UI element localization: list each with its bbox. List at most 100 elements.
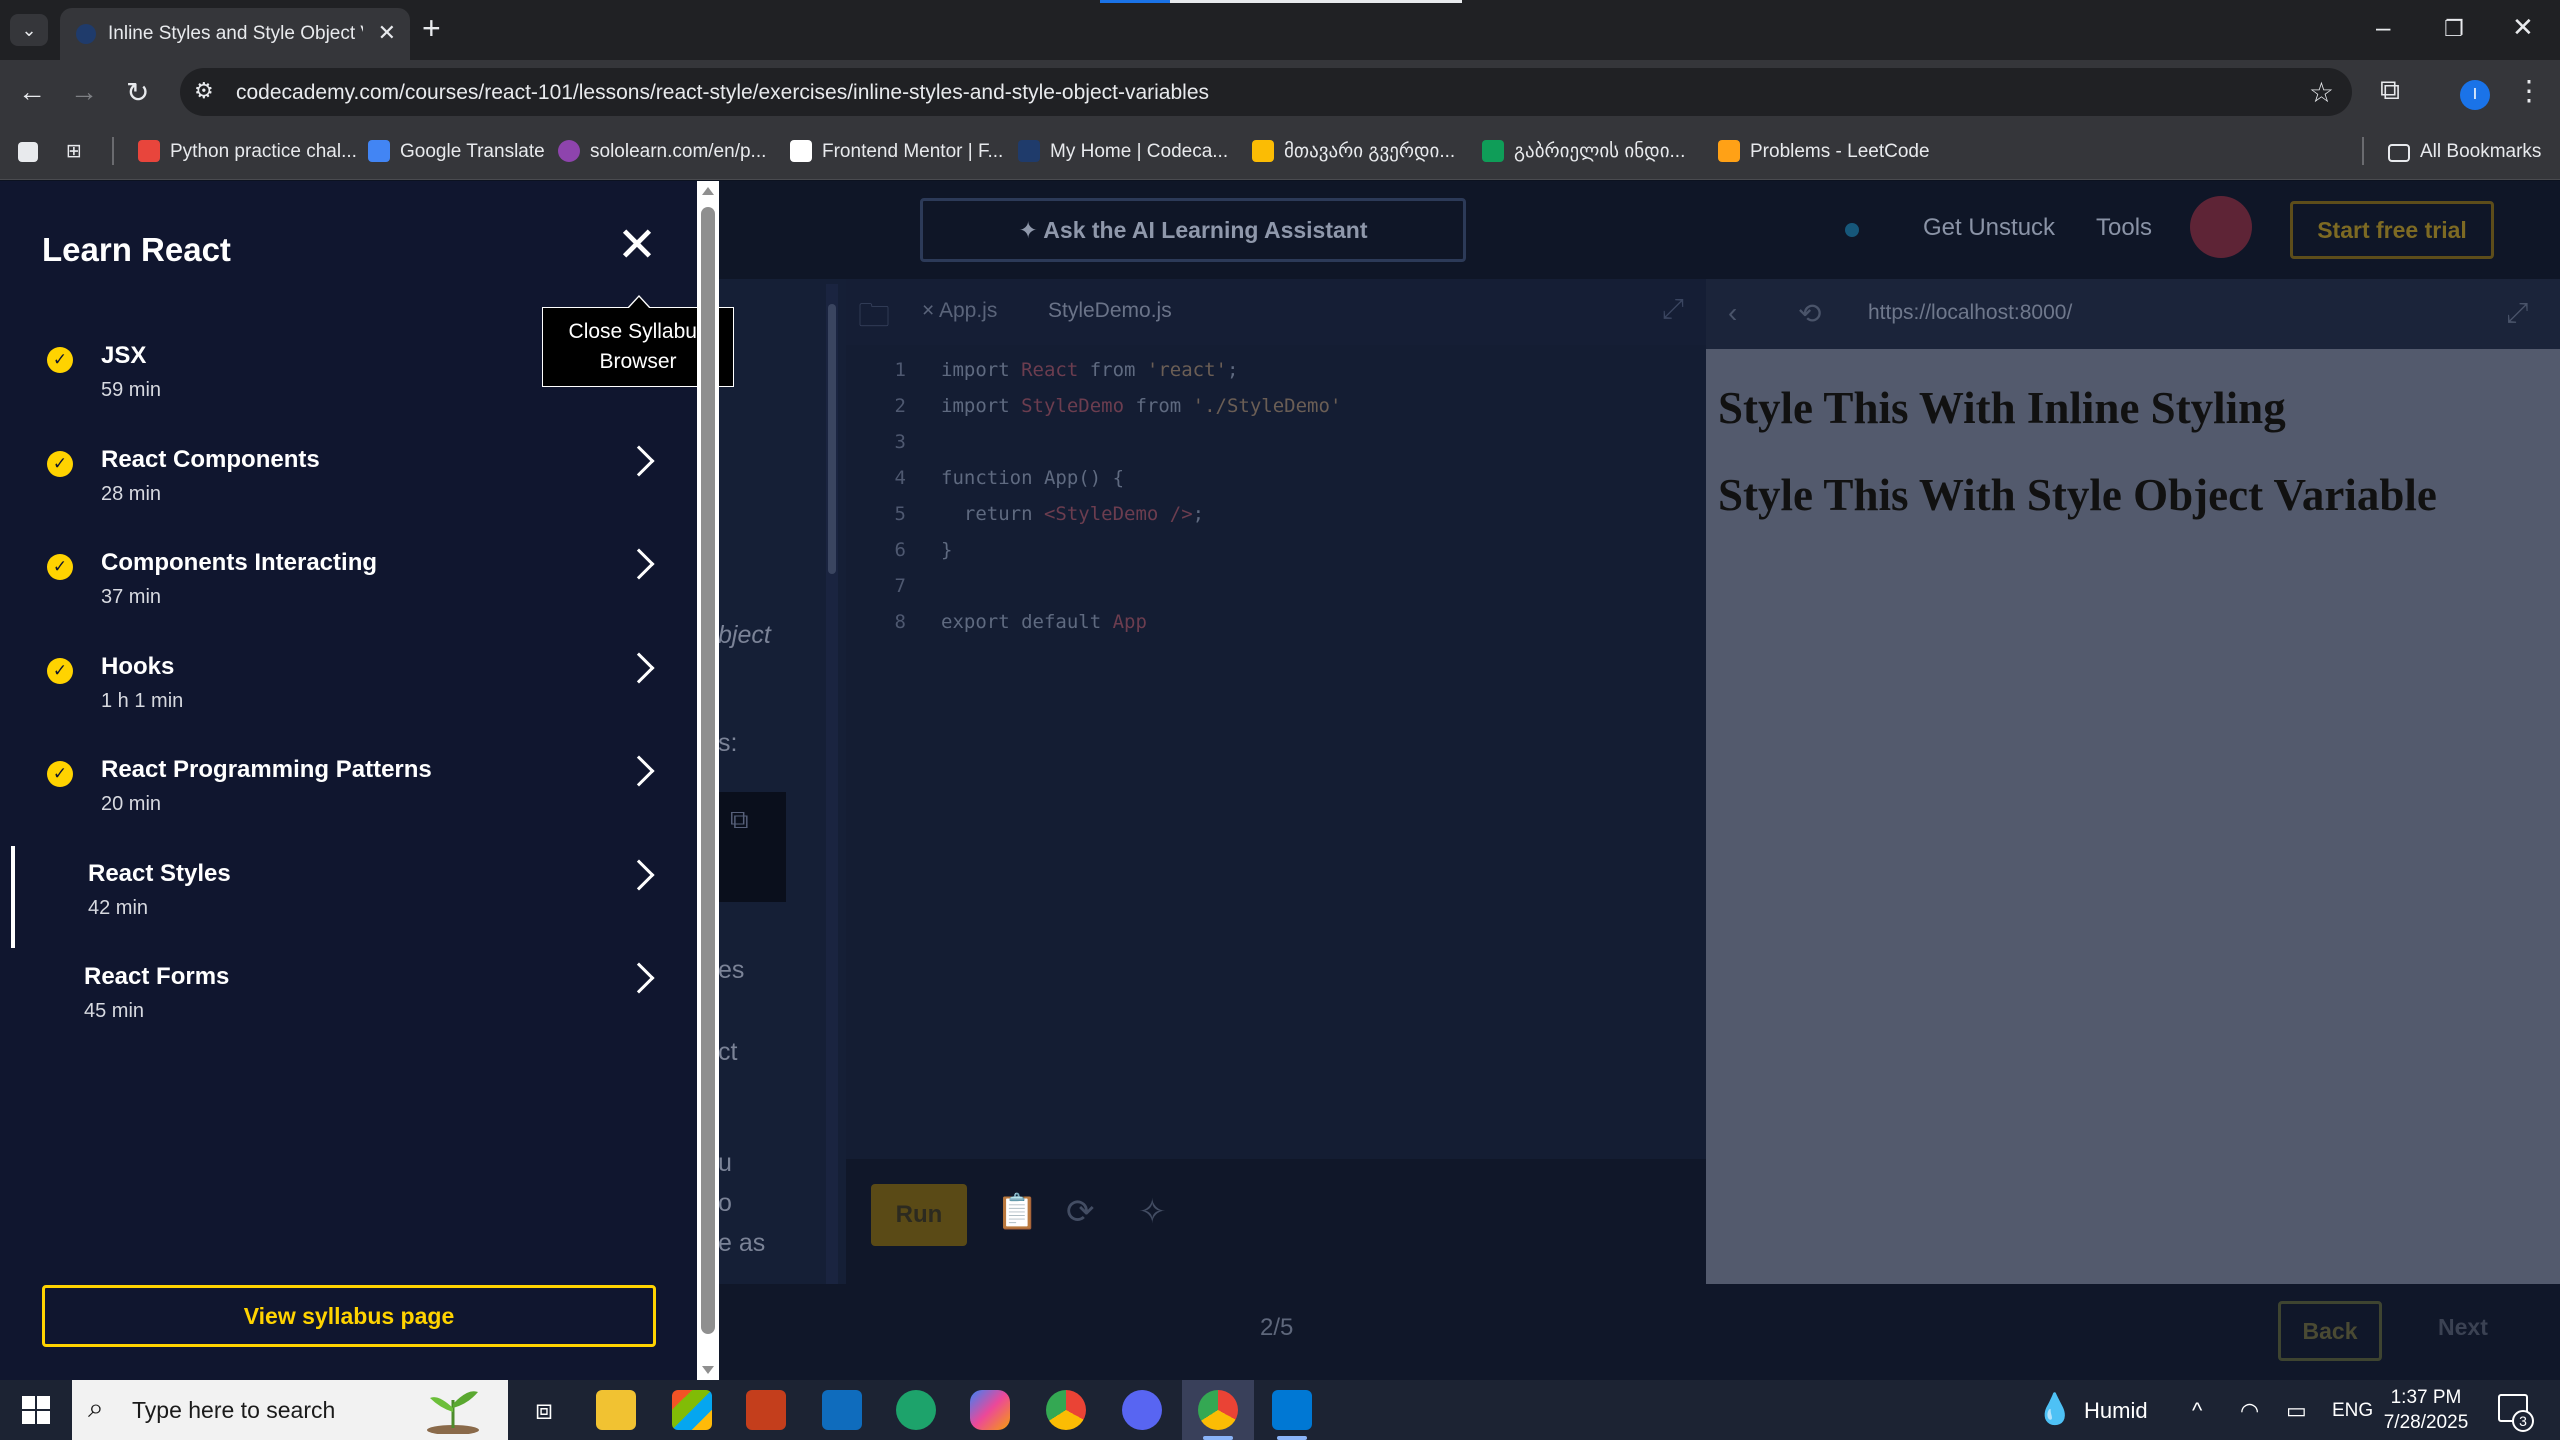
- reset-icon[interactable]: ⟳: [1066, 1192, 1095, 1232]
- close-syllabus-icon[interactable]: ✕: [612, 221, 662, 271]
- profile-avatar[interactable]: I: [2460, 80, 2490, 110]
- clipboard-icon[interactable]: 📋: [996, 1192, 1038, 1232]
- tab-close-icon[interactable]: ✕: [378, 20, 396, 46]
- edge-icon[interactable]: [896, 1390, 936, 1430]
- chevron-right-icon[interactable]: [623, 548, 655, 580]
- module-react-styles[interactable]: React Styles 42 min: [0, 846, 690, 948]
- code-line[interactable]: function App() {: [941, 467, 1124, 489]
- bookmark-star-icon[interactable]: ☆: [2309, 76, 2334, 109]
- code-line[interactable]: return <StyleDemo />;: [941, 503, 1204, 525]
- module-react-forms[interactable]: React Forms 45 min: [0, 955, 690, 1045]
- next-button[interactable]: Next: [2438, 1314, 2488, 1341]
- chrome-icon[interactable]: [1046, 1390, 1086, 1430]
- preview-back-icon[interactable]: ‹: [1728, 297, 1737, 329]
- chevron-right-icon[interactable]: [623, 445, 655, 477]
- browser-tab[interactable]: Inline Styles and Style Object Va ✕: [60, 8, 410, 60]
- lesson-scrollbar[interactable]: [826, 284, 838, 1284]
- bookmark-sheets[interactable]: გაბრიელის ინდი...: [1482, 137, 1685, 167]
- module-react-programming-patterns[interactable]: ✓ React Programming Patterns 20 min: [0, 748, 690, 838]
- bookmark-frontend-mentor[interactable]: Frontend Mentor | F...: [790, 137, 1003, 167]
- powerpoint-icon[interactable]: [746, 1390, 786, 1430]
- module-react-components[interactable]: ✓ React Components 28 min: [0, 438, 690, 528]
- preview-url[interactable]: https://localhost:8000/: [1868, 301, 2072, 325]
- tools-link[interactable]: Tools: [2096, 214, 2152, 242]
- module-jsx[interactable]: ✓ JSX 59 min: [0, 334, 690, 424]
- new-tab-button[interactable]: +: [422, 12, 441, 44]
- module-hooks[interactable]: ✓ Hooks 1 h 1 min: [0, 645, 690, 735]
- weather-label[interactable]: Humid: [2084, 1398, 2148, 1424]
- copy-icon[interactable]: ⧉: [730, 804, 749, 836]
- omnibox[interactable]: ⚙ codecademy.com/courses/react-101/lesso…: [180, 68, 2352, 116]
- site-info-icon[interactable]: ⚙: [194, 78, 214, 104]
- tray-expand-icon[interactable]: ^: [2192, 1398, 2202, 1424]
- preview-expand-icon[interactable]: ⤢: [2506, 297, 2528, 330]
- battery-icon[interactable]: ▭: [2286, 1398, 2307, 1424]
- windows-start-icon[interactable]: [22, 1396, 50, 1424]
- copilot-icon[interactable]: [970, 1390, 1010, 1430]
- system-clock[interactable]: 1:37 PM 7/28/2025: [2376, 1385, 2476, 1435]
- chevron-right-icon[interactable]: [623, 652, 655, 684]
- browser-menu-icon[interactable]: ⋮: [2515, 74, 2543, 107]
- view-syllabus-button[interactable]: View syllabus page: [42, 1285, 656, 1347]
- task-view-icon[interactable]: ⧈: [524, 1390, 564, 1430]
- scroll-down-arrow-icon[interactable]: [702, 1366, 714, 1374]
- drawer-scroll-thumb[interactable]: [701, 207, 715, 1334]
- magic-wand-icon[interactable]: ✧: [1138, 1192, 1167, 1232]
- code-line[interactable]: }: [941, 539, 952, 561]
- drawer-scrollbar[interactable]: [697, 181, 719, 1380]
- bookmark-codecademy-home[interactable]: My Home | Codeca...: [1018, 137, 1228, 167]
- extensions-icon[interactable]: ⧉: [2380, 74, 2400, 107]
- chevron-right-icon[interactable]: [623, 859, 655, 891]
- notification-count: 3: [2512, 1410, 2534, 1432]
- outlook-icon[interactable]: [822, 1390, 862, 1430]
- preview-refresh-icon[interactable]: ⟲: [1798, 297, 1821, 330]
- restore-button[interactable]: ❐: [2444, 16, 2464, 42]
- start-trial-button[interactable]: Start free trial: [2290, 201, 2494, 259]
- microsoft-store-icon[interactable]: [672, 1390, 712, 1430]
- bookmark-sololearn[interactable]: sololearn.com/en/p...: [558, 137, 766, 167]
- bookmark-drive-home[interactable]: მთავარი გვერდი...: [1252, 137, 1455, 167]
- completed-check-icon: ✓: [47, 554, 73, 580]
- language-indicator[interactable]: ENG: [2332, 1400, 2373, 1422]
- bookmark-google-translate[interactable]: Google Translate: [368, 137, 545, 167]
- scroll-up-arrow-icon[interactable]: [702, 187, 714, 195]
- forward-arrow-icon[interactable]: →: [70, 76, 98, 108]
- bookmark-leetcode[interactable]: Problems - LeetCode: [1718, 137, 1930, 167]
- run-button[interactable]: Run: [871, 1184, 967, 1246]
- tab-search-button[interactable]: ⌄: [10, 14, 48, 46]
- completed-check-icon: ✓: [47, 761, 73, 787]
- get-unstuck-link[interactable]: Get Unstuck: [1923, 214, 2055, 242]
- url-text[interactable]: codecademy.com/courses/react-101/lessons…: [236, 81, 1209, 105]
- user-avatar[interactable]: [2190, 196, 2252, 258]
- file-browser-icon[interactable]: 🗀: [858, 293, 890, 347]
- minimize-button[interactable]: –: [2376, 12, 2390, 43]
- vscode-icon[interactable]: [1272, 1390, 1312, 1430]
- discord-icon[interactable]: [1122, 1390, 1162, 1430]
- chrome-active-icon[interactable]: [1198, 1390, 1238, 1430]
- lesson-scroll-thumb[interactable]: [828, 304, 836, 574]
- editor-tab-style-demo-js[interactable]: StyleDemo.js: [1048, 299, 1172, 323]
- ai-assistant-button[interactable]: ✦ Ask the AI Learning Assistant: [920, 198, 1466, 262]
- chevron-right-icon[interactable]: [623, 755, 655, 787]
- back-button[interactable]: Back: [2278, 1301, 2382, 1361]
- all-bookmarks-button[interactable]: All Bookmarks: [2388, 137, 2541, 167]
- bookmark-python-practice[interactable]: Python practice chal...: [138, 137, 357, 167]
- wifi-icon[interactable]: ◠: [2240, 1398, 2259, 1424]
- code-line[interactable]: export default App: [941, 611, 1147, 633]
- reading-list-icon[interactable]: [18, 137, 48, 167]
- module-components-interacting[interactable]: ✓ Components Interacting 37 min: [0, 541, 690, 631]
- file-explorer-icon[interactable]: [596, 1390, 636, 1430]
- address-toolbar: ← → ↻ ⚙ codecademy.com/courses/react-101…: [0, 60, 2560, 124]
- reload-icon[interactable]: ↻: [126, 76, 149, 109]
- editor-tab-app-js[interactable]: × App.js: [922, 299, 997, 323]
- window-close-button[interactable]: ✕: [2512, 12, 2534, 43]
- bookmark-favicon-icon: [1018, 140, 1040, 162]
- expand-editor-icon[interactable]: ⤢: [1662, 293, 1684, 326]
- back-arrow-icon[interactable]: ←: [18, 76, 46, 108]
- taskbar-search-box[interactable]: ⌕ Type here to search: [72, 1380, 508, 1440]
- code-line[interactable]: import React from 'react';: [941, 359, 1238, 381]
- weather-drop-icon[interactable]: 💧: [2036, 1392, 2073, 1427]
- code-line[interactable]: import StyleDemo from './StyleDemo': [941, 395, 1341, 417]
- apps-grid-icon[interactable]: ⊞: [66, 137, 82, 167]
- chevron-right-icon[interactable]: [623, 962, 655, 994]
